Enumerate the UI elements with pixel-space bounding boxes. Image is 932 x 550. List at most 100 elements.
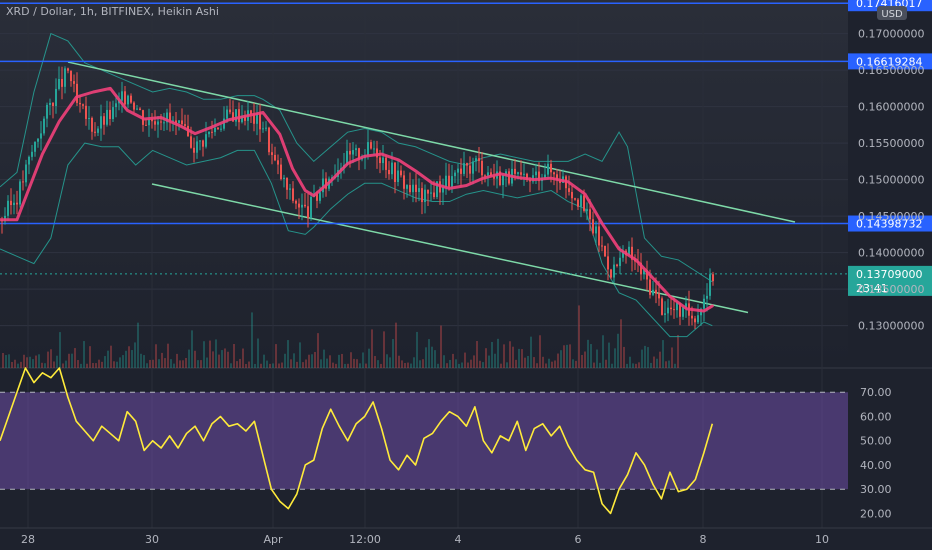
volume-bar (539, 335, 541, 368)
volume-bar (536, 363, 538, 368)
volume-bar (17, 363, 19, 368)
candle-body (457, 168, 459, 173)
trading-chart[interactable]: 0.17416017 0.16619284 0.14398732 0.13709000… (0, 0, 932, 550)
candle-body (454, 172, 456, 177)
volume-bar (512, 346, 514, 368)
candle-body (307, 206, 309, 218)
candle-body (52, 102, 54, 107)
volume-bar (662, 340, 664, 368)
candle-body (310, 197, 312, 218)
volume-bar (497, 338, 499, 368)
candle-body (181, 120, 183, 125)
candle-body (79, 102, 81, 105)
candle-body (304, 204, 306, 207)
candle-body (82, 104, 84, 106)
volume-bar (332, 362, 334, 368)
volume-bar (449, 359, 451, 368)
time-tick-label: 4 (455, 533, 462, 546)
candle-body (163, 122, 165, 124)
volume-bar (113, 361, 115, 368)
candle-body (379, 157, 381, 164)
candle-body (670, 307, 672, 310)
volume-bar (344, 363, 346, 368)
candle-body (424, 189, 426, 203)
candle-body (295, 200, 297, 204)
candle-body (712, 274, 714, 282)
candle-body (130, 95, 132, 103)
volume-bar (593, 362, 595, 368)
volume-bar (602, 335, 604, 368)
candle-body (580, 195, 582, 207)
candle-body (604, 245, 606, 257)
candle-body (478, 158, 480, 161)
time-tick-label: Apr (263, 533, 283, 546)
volume-bar (299, 342, 301, 368)
volume-bar (362, 352, 364, 368)
volume-bar (437, 363, 439, 368)
volume-bar (404, 363, 406, 368)
candle-body (706, 295, 708, 299)
price-chart[interactable]: 0.174160170.166192840.143987320.13709000… (0, 0, 932, 550)
candle-body (469, 165, 471, 174)
volume-bar (392, 339, 394, 368)
volume-bar (119, 357, 121, 368)
volume-bar (212, 351, 214, 368)
candle-body (589, 209, 591, 220)
volume-bar (206, 357, 208, 368)
volume-bar (431, 346, 433, 368)
volume-bar (194, 350, 196, 368)
volume-bar (329, 355, 331, 368)
price-pane-background (0, 0, 848, 368)
volume-bar (575, 360, 577, 368)
candle-body (409, 185, 411, 193)
volume-bar (335, 363, 337, 368)
volume-bar (671, 347, 673, 368)
volume-bar (311, 354, 313, 368)
candle-body (16, 202, 18, 205)
volume-bar (428, 339, 430, 368)
time-tick-label: 6 (575, 533, 582, 546)
volume-bar (509, 341, 511, 368)
candle-body (115, 103, 117, 108)
candle-body (277, 160, 279, 165)
rsi-tick-label: 30.00 (860, 483, 892, 496)
volume-bar (44, 363, 46, 368)
candle-body (274, 154, 276, 161)
candle-body (415, 184, 417, 192)
time-tick-label: 10 (815, 533, 829, 546)
volume-bar (47, 351, 49, 368)
candle-body (652, 289, 654, 295)
candle-body (73, 81, 75, 84)
volume-bar (233, 343, 235, 368)
volume-bar (5, 355, 7, 368)
candle-body (400, 170, 402, 176)
volume-bar (323, 349, 325, 368)
volume-bar (398, 355, 400, 368)
candle-body (226, 109, 228, 119)
candle-body (475, 158, 477, 162)
volume-bar (485, 348, 487, 368)
candle-body (31, 151, 33, 157)
candle-body (34, 141, 36, 152)
price-tick-label: 0.14000000 (858, 247, 924, 260)
volume-bar (473, 355, 475, 368)
volume-bar (296, 361, 298, 368)
candle-body (607, 256, 609, 270)
candle-body (37, 138, 39, 142)
candle-body (583, 195, 585, 211)
volume-bar (155, 344, 157, 368)
volume-bar (572, 359, 574, 368)
volume-bar (224, 348, 226, 368)
volume-bar (326, 358, 328, 368)
volume-bar (500, 363, 502, 368)
candle-body (91, 117, 93, 132)
volume-bar (14, 359, 16, 368)
volume-bar (269, 363, 271, 368)
volume-bar (305, 359, 307, 368)
candle-body (262, 128, 264, 130)
candle-body (517, 172, 519, 174)
volume-bar (458, 363, 460, 368)
candle-body (412, 184, 414, 193)
candle-body (292, 188, 294, 201)
volume-bar (605, 359, 607, 368)
